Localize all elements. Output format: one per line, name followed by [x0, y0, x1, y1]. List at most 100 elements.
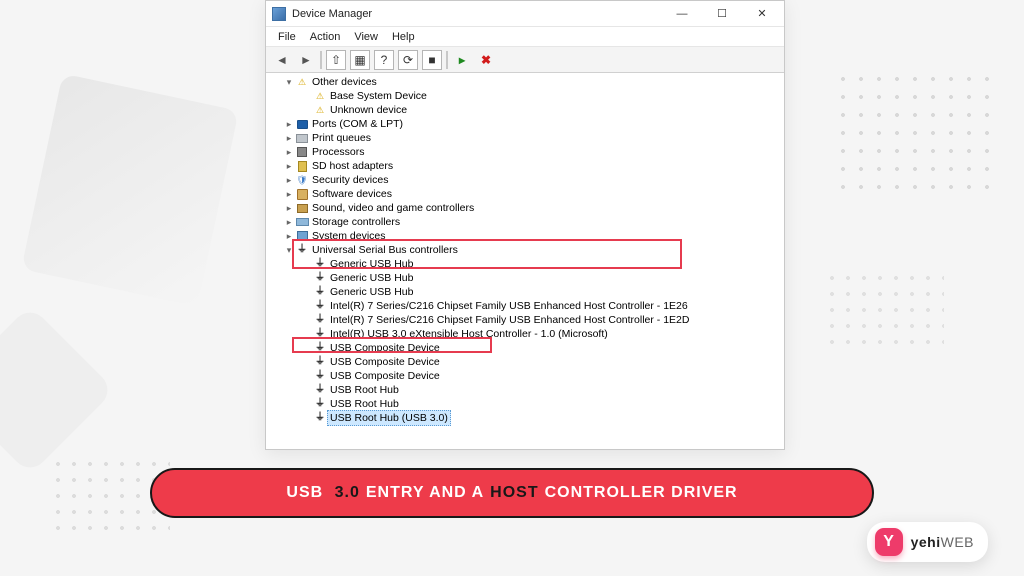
tree-node[interactable]: USB Composite Device — [270, 369, 784, 383]
warn-icon — [313, 90, 327, 102]
caption-part-2: ENTRY AND A — [366, 484, 484, 502]
forward-icon[interactable]: ► — [296, 50, 316, 70]
tree-node-label: Ports (COM & LPT) — [312, 117, 403, 131]
warn-icon — [295, 76, 309, 88]
usb-icon — [313, 314, 327, 326]
tree-node-label: Base System Device — [330, 89, 427, 103]
grid-icon[interactable]: ▦ — [350, 50, 370, 70]
tree-node[interactable]: USB Root Hub — [270, 397, 784, 411]
usb-icon — [313, 300, 327, 312]
toolbar-sep — [446, 51, 448, 69]
refresh-icon[interactable]: ⟳ — [398, 50, 418, 70]
tree-node-label: Sound, video and game controllers — [312, 201, 474, 215]
tree-node[interactable]: ▸Processors — [270, 145, 784, 159]
logo-mark-icon: Y — [875, 528, 903, 556]
expand-icon[interactable]: ▸ — [284, 145, 294, 159]
minimize-button[interactable]: — — [662, 2, 702, 26]
expand-icon[interactable]: ▸ — [284, 187, 294, 201]
expand-icon[interactable]: ▸ — [284, 159, 294, 173]
menu-action[interactable]: Action — [304, 30, 347, 44]
bg-triangle-2 — [0, 305, 115, 475]
titlebar[interactable]: Device Manager — ☐ ✕ — [266, 1, 784, 27]
tree-node[interactable]: Generic USB Hub — [270, 285, 784, 299]
tree-node[interactable]: USB Composite Device — [270, 355, 784, 369]
tree-node-label: Software devices — [312, 187, 392, 201]
tree-node-label: Other devices — [312, 75, 377, 89]
tree-node-label: Intel(R) USB 3.0 eXtensible Host Control… — [330, 327, 608, 341]
sys-icon — [295, 230, 309, 242]
tree-node[interactable]: Generic USB Hub — [270, 257, 784, 271]
tree-node[interactable]: ▸ Sound, video and game controllers — [270, 201, 784, 215]
usb-icon — [313, 258, 327, 270]
tree-node-label: Generic USB Hub — [330, 285, 413, 299]
tree-node[interactable]: ▸ Print queues — [270, 131, 784, 145]
tree-node[interactable]: Intel(R) USB 3.0 eXtensible Host Control… — [270, 327, 784, 341]
collapse-icon[interactable]: ▾ — [284, 243, 294, 257]
usb-icon — [313, 412, 327, 424]
usb-icon — [313, 286, 327, 298]
tree-node[interactable]: Intel(R) 7 Series/C216 Chipset Family US… — [270, 299, 784, 313]
menubar: File Action View Help — [266, 27, 784, 47]
tree-node[interactable]: Intel(R) 7 Series/C216 Chipset Family US… — [270, 313, 784, 327]
tree-node-label: USB Composite Device — [330, 369, 440, 383]
enable-icon[interactable]: ▸ — [452, 50, 472, 70]
bg-triangle-1 — [21, 73, 239, 306]
expand-icon[interactable]: ▸ — [284, 131, 294, 145]
tree-node-label: Unknown device — [330, 103, 407, 117]
expand-icon[interactable]: ▸ — [284, 173, 294, 187]
tree-node-label: USB Root Hub — [330, 383, 399, 397]
monitor-icon[interactable]: ■ — [422, 50, 442, 70]
expand-icon[interactable]: ▸ — [284, 201, 294, 215]
expand-icon[interactable]: ▸ — [284, 215, 294, 229]
up-icon[interactable]: ⇧ — [326, 50, 346, 70]
help-icon[interactable]: ? — [374, 50, 394, 70]
storage-icon — [295, 216, 309, 228]
menu-file[interactable]: File — [272, 30, 302, 44]
tree-node[interactable]: ▾ Other devices — [270, 75, 784, 89]
bg-dots-3 — [824, 270, 944, 350]
expand-icon[interactable]: ▸ — [284, 229, 294, 243]
logo-badge: Y yehiWEB — [867, 522, 988, 562]
tree-node[interactable]: ▸ Software devices — [270, 187, 784, 201]
tree-node[interactable]: ▸ Security devices — [270, 173, 784, 187]
expand-icon[interactable]: ▸ — [284, 117, 294, 131]
close-button[interactable]: ✕ — [742, 2, 782, 26]
tree-node-label: Print queues — [312, 131, 371, 145]
tree-node[interactable]: USB Root Hub — [270, 383, 784, 397]
caption-bold-1: 3.0 — [335, 484, 360, 502]
tree-node-label: Universal Serial Bus controllers — [312, 243, 458, 257]
device-tree[interactable]: ▾ Other devicesBase System DeviceUnknown … — [266, 73, 784, 449]
tree-node-label: SD host adapters — [312, 159, 393, 173]
tree-node-label: Security devices — [312, 173, 388, 187]
tree-node[interactable]: Generic USB Hub — [270, 271, 784, 285]
app-icon — [272, 7, 286, 21]
maximize-button[interactable]: ☐ — [702, 2, 742, 26]
tree-node[interactable]: Base System Device — [270, 89, 784, 103]
tree-node[interactable]: ▾ Universal Serial Bus controllers — [270, 243, 784, 257]
tree-node-label: Generic USB Hub — [330, 271, 413, 285]
usb-icon — [313, 384, 327, 396]
device-manager-window: Device Manager — ☐ ✕ File Action View He… — [265, 0, 785, 450]
collapse-icon[interactable]: ▾ — [284, 75, 294, 89]
toolbar-sep — [320, 51, 322, 69]
back-icon[interactable]: ◄ — [272, 50, 292, 70]
tree-node-label: USB Root Hub (USB 3.0) — [327, 410, 451, 426]
tree-node[interactable]: ▸ Ports (COM & LPT) — [270, 117, 784, 131]
disable-icon[interactable]: ✖ — [476, 50, 496, 70]
usb-icon — [313, 328, 327, 340]
toolbar: ◄► ⇧▦?⟳■ ▸✖ — [266, 47, 784, 73]
tree-node[interactable]: USB Composite Device — [270, 341, 784, 355]
tree-node-label: USB Composite Device — [330, 341, 440, 355]
menu-view[interactable]: View — [348, 30, 384, 44]
tree-node[interactable]: ▸ SD host adapters — [270, 159, 784, 173]
menu-help[interactable]: Help — [386, 30, 421, 44]
tree-node[interactable]: USB Root Hub (USB 3.0) — [270, 411, 784, 425]
shield-icon — [295, 174, 309, 186]
sd-icon — [295, 160, 309, 172]
usb-icon — [295, 244, 309, 256]
tree-node[interactable]: ▸Storage controllers — [270, 215, 784, 229]
cpu-icon — [295, 146, 309, 158]
usb-icon — [313, 342, 327, 354]
tree-node[interactable]: Unknown device — [270, 103, 784, 117]
tree-node[interactable]: ▸System devices — [270, 229, 784, 243]
